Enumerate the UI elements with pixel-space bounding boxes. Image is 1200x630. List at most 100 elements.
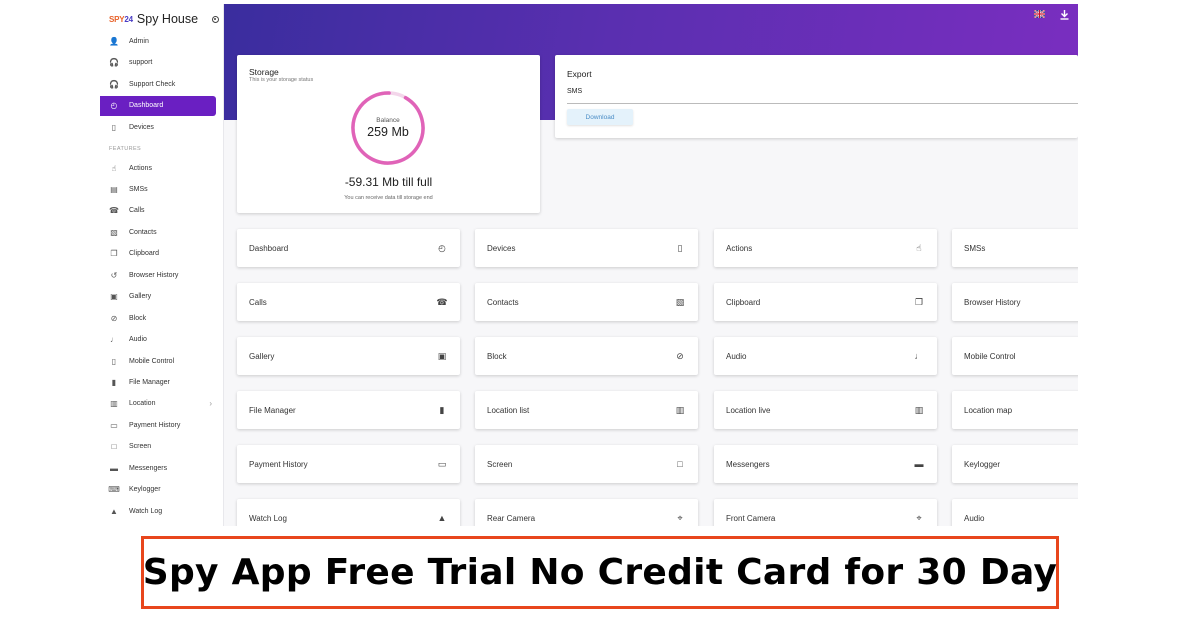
- sidebar-item-label: Keylogger: [129, 486, 161, 494]
- feature-card-file-manager[interactable]: File Manager ▮: [237, 391, 460, 429]
- sidebar-item-label: SMSs: [129, 185, 148, 193]
- sidebar-item-support[interactable]: 🎧 support: [100, 53, 216, 73]
- feature-card-audio[interactable]: Audio♩: [952, 499, 1078, 526]
- feature-card-label: Rear Camera: [487, 513, 536, 523]
- feature-card-label: File Manager: [249, 405, 296, 415]
- feature-card-label: Keylogger: [964, 459, 1001, 469]
- message-icon: ▤: [110, 184, 118, 194]
- sidebar-item-gallery[interactable]: ▣ Gallery: [100, 287, 216, 307]
- file-icon: ▮: [111, 378, 117, 387]
- caption-banner: Spy App Free Trial No Credit Card for 30…: [141, 536, 1059, 609]
- sidebar-item-devices[interactable]: ▯ Devices: [100, 117, 216, 137]
- sidebar-item-label: Browser History: [129, 271, 179, 279]
- sidebar-item-browser-history[interactable]: ↺ Browser History: [100, 265, 216, 285]
- sidebar-item-admin[interactable]: 👤 Admin: [100, 31, 216, 51]
- sidebar-item-label: Support Check: [129, 80, 176, 88]
- sidebar-item-label: Actions: [129, 164, 152, 172]
- sidebar-item-actions[interactable]: ☝ Actions: [100, 158, 216, 178]
- bell-icon: ▲: [110, 506, 118, 516]
- feature-card-screen[interactable]: Screen □: [475, 445, 698, 483]
- export-card: Export SMS Download: [555, 55, 1078, 138]
- sidebar-item-dashboard[interactable]: ◴ Dashboard: [100, 95, 216, 116]
- select-underline: [567, 103, 1078, 104]
- feature-card-gallery[interactable]: Gallery ▣: [237, 337, 460, 375]
- feature-card-keylogger[interactable]: Keylogger⌨: [952, 445, 1078, 483]
- feature-card-label: Audio: [964, 513, 985, 523]
- chevron-right-icon[interactable]: ›: [209, 399, 212, 408]
- feature-card-block[interactable]: Block ⊘: [475, 337, 698, 375]
- mic-icon: ♩: [914, 351, 924, 361]
- feature-card-rear-camera[interactable]: Rear Camera ⌖: [475, 499, 698, 526]
- feature-card-watch-log[interactable]: Watch Log ▲: [237, 499, 460, 526]
- feature-card-clipboard[interactable]: Clipboard ❐: [714, 283, 937, 321]
- sidebar-item-label: File Manager: [129, 379, 170, 386]
- sidebar-item-messengers[interactable]: ▬ Messengers: [100, 458, 216, 478]
- feature-card-mobile-control[interactable]: Mobile Control▯: [952, 337, 1078, 375]
- feature-card-label: Calls: [249, 297, 267, 307]
- feature-card-label: Payment History: [249, 459, 308, 469]
- sidebar-item-label: Calls: [129, 207, 145, 215]
- export-type-select[interactable]: SMS: [567, 88, 582, 95]
- feature-card-payment-history[interactable]: Payment History ▭: [237, 445, 460, 483]
- sidebar-item-audio[interactable]: ♩ Audio: [100, 330, 216, 350]
- storage-note: You can receive data till storage end: [344, 195, 433, 201]
- download-button[interactable]: Download: [567, 109, 633, 125]
- sidebar-item-label: Payment History: [129, 421, 181, 429]
- sidebar-item-contacts[interactable]: ▧ Contacts: [100, 222, 216, 242]
- keyboard-icon: ⌨: [108, 485, 120, 495]
- phone-icon: ▯: [677, 242, 683, 253]
- feature-card-front-camera[interactable]: Front Camera ⌖: [714, 499, 937, 526]
- feature-card-label: Devices: [487, 243, 516, 253]
- feature-card-actions[interactable]: Actions ☝: [714, 229, 937, 267]
- chat-icon: ▬: [914, 459, 924, 469]
- feature-card-messengers[interactable]: Messengers ▬: [714, 445, 937, 483]
- feature-card-devices[interactable]: Devices ▯: [475, 229, 698, 267]
- block-icon: ⊘: [676, 350, 684, 361]
- feature-card-smss[interactable]: SMSs▤: [952, 229, 1078, 267]
- sidebar-item-label: Watch Log: [129, 507, 163, 515]
- feature-card-location-live[interactable]: Location live ▥: [714, 391, 937, 429]
- feature-card-audio[interactable]: Audio♩: [714, 337, 937, 375]
- map-icon: ▥: [914, 404, 924, 415]
- download-icon[interactable]: [1060, 10, 1069, 22]
- sidebar-item-screen[interactable]: □ Screen: [100, 437, 216, 457]
- sidebar-item-payment-history[interactable]: ▭ Payment History: [100, 415, 216, 435]
- sidebar-item-keylogger[interactable]: ⌨ Keylogger: [100, 480, 216, 500]
- sidebar-item-smss[interactable]: ▤ SMSs: [100, 179, 216, 199]
- brand: SPY24 Spy House: [109, 8, 219, 30]
- feature-card-dashboard[interactable]: Dashboard ◴: [237, 229, 460, 267]
- feature-card-calls[interactable]: Calls ☎: [237, 283, 460, 321]
- flag-uk-icon[interactable]: [1033, 9, 1046, 20]
- sidebar-item-watch-log[interactable]: ▲ Watch Log: [100, 501, 216, 521]
- mic-icon: ♩: [110, 335, 118, 345]
- headset-icon: 🎧: [109, 58, 119, 67]
- sidebar-item-calls[interactable]: ☎ Calls: [100, 201, 216, 221]
- image-icon: ▣: [110, 292, 118, 302]
- brand-name: Spy House: [136, 12, 199, 26]
- call-icon: ☎: [109, 206, 119, 216]
- storage-title: Storage: [249, 67, 279, 77]
- sidebar-item-mobile-control[interactable]: ▯ Mobile Control: [100, 351, 216, 371]
- storage-card: Storage This is your storage status Bala…: [237, 55, 540, 213]
- sidebar-item-support-check[interactable]: 🎧 Support Check: [100, 74, 216, 94]
- export-title: Export: [567, 69, 592, 79]
- radio-icon[interactable]: [212, 15, 219, 23]
- feature-card-browser-history[interactable]: Browser History↺: [952, 283, 1078, 321]
- feature-card-label: Location live: [726, 405, 771, 415]
- sidebar-item-label: Clipboard: [129, 250, 159, 258]
- sidebar-item-block[interactable]: ⊘ Block: [100, 308, 216, 328]
- sidebar-item-clipboard[interactable]: ❐ Clipboard: [100, 244, 216, 264]
- sidebar-item-label: Mobile Control: [129, 357, 175, 365]
- sidebar-item-label: Contacts: [129, 228, 157, 236]
- feature-card-location-map[interactable]: Location map▥: [952, 391, 1078, 429]
- sidebar-item-location[interactable]: ▥ Location ›: [100, 394, 216, 414]
- sidebar-item-file-manager[interactable]: ▮ File Manager: [100, 373, 216, 393]
- feature-card-contacts[interactable]: Contacts ▧: [475, 283, 698, 321]
- chat-icon: ▬: [110, 463, 118, 473]
- sidebar-item-label: Messengers: [129, 464, 168, 472]
- feature-card-label: Messengers: [726, 459, 770, 469]
- feature-card-location-list[interactable]: Location list ▥: [475, 391, 698, 429]
- sidebar-item-label: Devices: [129, 123, 154, 131]
- card-icon: ▭: [437, 458, 447, 469]
- clipboard-icon: ❐: [110, 249, 118, 259]
